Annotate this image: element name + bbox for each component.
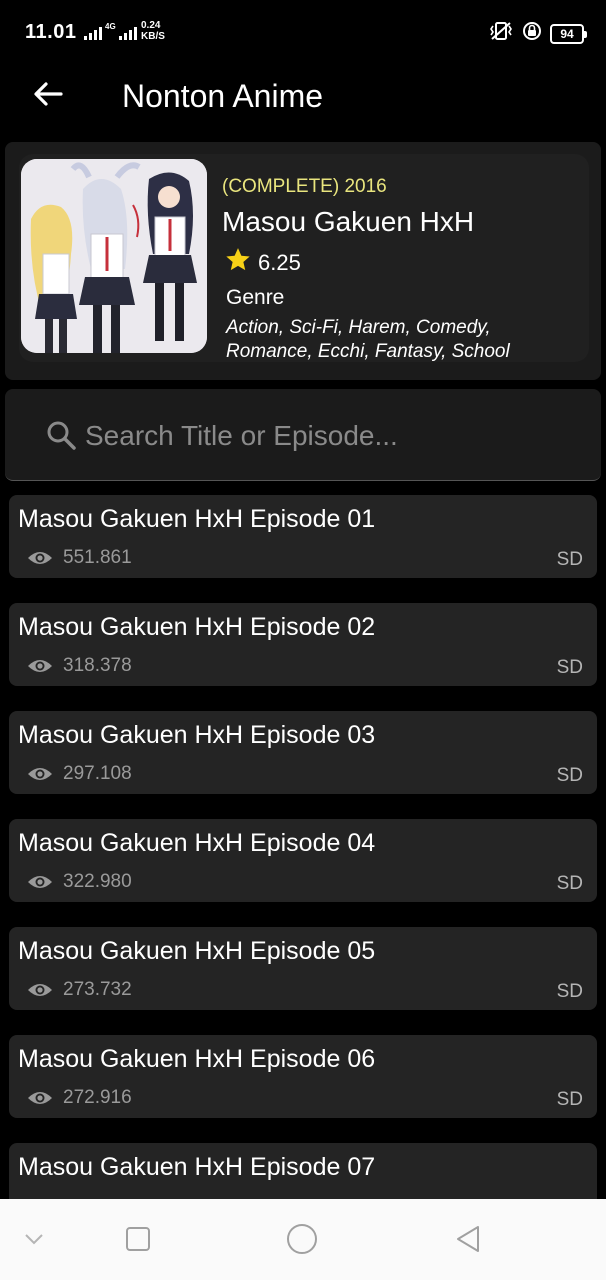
status-icons: 94 bbox=[488, 21, 587, 46]
recents-square-icon[interactable] bbox=[118, 1219, 158, 1259]
episode-views: 273.732 bbox=[27, 979, 132, 1001]
chevron-down-icon[interactable] bbox=[14, 1219, 54, 1259]
page-title: Nonton Anime bbox=[122, 78, 324, 114]
eye-icon bbox=[27, 874, 53, 890]
search-input[interactable] bbox=[85, 418, 565, 454]
system-nav-bar bbox=[0, 1199, 606, 1280]
eye-icon bbox=[27, 658, 53, 674]
network-type: 4G bbox=[105, 22, 116, 31]
quality-badge: SD bbox=[556, 549, 583, 570]
episode-title: Masou Gakuen HxH Episode 03 bbox=[18, 721, 376, 749]
alarm-icon bbox=[522, 21, 542, 46]
episode-item[interactable]: Masou Gakuen HxH Episode 06 272.916 SD bbox=[9, 1035, 597, 1118]
episode-item[interactable]: Masou Gakuen HxH Episode 07 bbox=[9, 1143, 597, 1199]
quality-badge: SD bbox=[556, 1089, 583, 1110]
episode-title: Masou Gakuen HxH Episode 05 bbox=[18, 937, 376, 965]
eye-icon bbox=[27, 766, 53, 782]
episode-list: Masou Gakuen HxH Episode 01 551.861 SD M… bbox=[9, 495, 597, 1199]
vibrate-icon bbox=[488, 21, 514, 46]
quality-badge: SD bbox=[556, 981, 583, 1002]
episode-item[interactable]: Masou Gakuen HxH Episode 04 322.980 SD bbox=[9, 819, 597, 902]
episode-views: 297.108 bbox=[27, 763, 132, 785]
battery-level: 94 bbox=[560, 26, 574, 41]
rating-value: 6.25 bbox=[258, 249, 301, 275]
search-box[interactable] bbox=[5, 389, 601, 481]
search-icon bbox=[45, 419, 77, 456]
episode-title: Masou Gakuen HxH Episode 02 bbox=[18, 613, 376, 641]
episode-views: 318.378 bbox=[27, 655, 132, 677]
episode-title: Masou Gakuen HxH Episode 04 bbox=[18, 829, 376, 857]
episode-views: 322.980 bbox=[27, 871, 132, 893]
episode-title: Masou Gakuen HxH Episode 06 bbox=[18, 1045, 376, 1073]
episode-views: 551.861 bbox=[27, 547, 132, 569]
views-count: 272.916 bbox=[63, 1087, 132, 1108]
anime-detail-card: (COMPLETE) 2016 Masou Gakuen HxH 6.25 Ge… bbox=[19, 154, 589, 362]
back-button[interactable] bbox=[30, 78, 66, 114]
screen: 11.01 4G 0.24 KB/S 94 Nonton Anime (COMP… bbox=[0, 0, 606, 1280]
genre-label: Genre bbox=[226, 286, 285, 309]
episode-views: 272.916 bbox=[27, 1087, 132, 1109]
arrow-left-icon bbox=[33, 81, 63, 112]
app-bar: Nonton Anime bbox=[0, 64, 606, 130]
episode-item[interactable]: Masou Gakuen HxH Episode 01 551.861 SD bbox=[9, 495, 597, 578]
signal-icon: 4G bbox=[84, 22, 137, 40]
anime-poster bbox=[21, 159, 207, 353]
eye-icon bbox=[27, 1090, 53, 1106]
network-speed-unit: KB/S bbox=[141, 31, 165, 42]
network-speed-value: 0.24 bbox=[141, 20, 161, 31]
anime-status-year: (COMPLETE) 2016 bbox=[222, 176, 387, 197]
status-bar: 11.01 4G 0.24 KB/S 94 bbox=[0, 0, 606, 64]
back-triangle-icon[interactable] bbox=[448, 1219, 488, 1259]
episode-item[interactable]: Masou Gakuen HxH Episode 05 273.732 SD bbox=[9, 927, 597, 1010]
views-count: 273.732 bbox=[63, 979, 132, 1000]
episode-item[interactable]: Masou Gakuen HxH Episode 02 318.378 SD bbox=[9, 603, 597, 686]
status-time: 11.01 bbox=[25, 21, 77, 43]
battery-icon: 94 bbox=[550, 23, 587, 44]
eye-icon bbox=[27, 982, 53, 998]
eye-icon bbox=[27, 550, 53, 566]
quality-badge: SD bbox=[556, 873, 583, 894]
quality-badge: SD bbox=[556, 765, 583, 786]
genre-list: Action, Sci-Fi, Harem, Comedy, Romance, … bbox=[226, 317, 510, 362]
views-count: 551.861 bbox=[63, 547, 132, 568]
episode-item[interactable]: Masou Gakuen HxH Episode 03 297.108 SD bbox=[9, 711, 597, 794]
network-speed: 0.24 KB/S bbox=[141, 20, 165, 42]
anime-title: Masou Gakuen HxH bbox=[222, 206, 475, 237]
home-circle-icon[interactable] bbox=[282, 1219, 322, 1259]
anime-rating: 6.25 bbox=[224, 246, 301, 279]
episode-title: Masou Gakuen HxH Episode 07 bbox=[18, 1153, 376, 1181]
views-count: 322.980 bbox=[63, 871, 132, 892]
views-count: 297.108 bbox=[63, 763, 132, 784]
quality-badge: SD bbox=[556, 657, 583, 678]
episode-title: Masou Gakuen HxH Episode 01 bbox=[18, 505, 376, 533]
views-count: 318.378 bbox=[63, 655, 132, 676]
star-icon bbox=[224, 246, 252, 279]
anime-detail-panel: (COMPLETE) 2016 Masou Gakuen HxH 6.25 Ge… bbox=[5, 142, 601, 380]
